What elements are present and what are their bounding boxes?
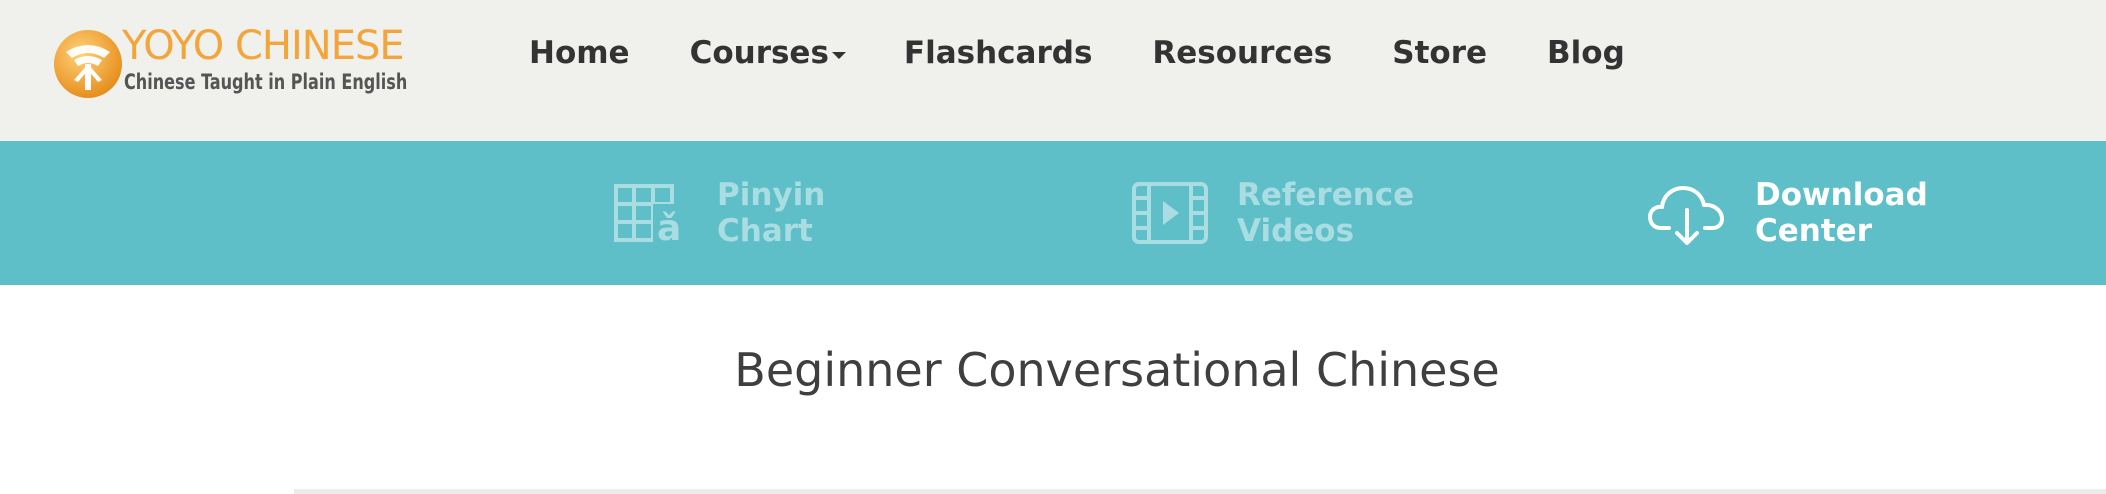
pinyin-chart-icon: ǎ [614, 184, 689, 243]
reference-videos-label-line1: Reference [1237, 177, 1415, 213]
page: YOYO CHINESE Chinese Taught in Plain Eng… [0, 0, 2106, 494]
nav-store[interactable]: Store [1392, 30, 1487, 76]
caret-down-icon [831, 51, 846, 59]
nav-flashcards-label: Flashcards [903, 35, 1093, 71]
nav-blog-label: Blog [1547, 35, 1625, 71]
subnav-reference-videos[interactable]: Reference Videos [1131, 141, 1414, 285]
download-center-label: Download Center [1755, 177, 1928, 249]
content-divider [294, 489, 2106, 494]
site-logo[interactable]: YOYO CHINESE Chinese Taught in Plain Eng… [52, 20, 412, 100]
active-tab-pointer [1701, 408, 1781, 426]
nav-resources-label: Resources [1152, 35, 1333, 71]
page-title: Beginner Conversational Chinese [734, 343, 1500, 397]
nav-home-label: Home [529, 35, 630, 71]
nav-home[interactable]: Home [529, 30, 630, 76]
reference-videos-label-line2: Videos [1237, 213, 1355, 249]
nav-blog[interactable]: Blog [1547, 30, 1625, 76]
subnav-download-center[interactable]: Download Center [1647, 141, 1928, 285]
yoyo-logo-icon [54, 30, 122, 98]
site-header: YOYO CHINESE Chinese Taught in Plain Eng… [0, 0, 2106, 141]
pinyin-chart-label-line1: Pinyin [717, 177, 826, 213]
resources-subnav: ǎ Pinyin Chart Reference Videos Download… [0, 141, 2106, 426]
reference-videos-label: Reference Videos [1237, 177, 1414, 249]
svg-text:ǎ: ǎ [657, 208, 681, 243]
pinyin-chart-label: Pinyin Chart [717, 177, 825, 249]
logo-tagline: Chinese Taught in Plain English [124, 70, 408, 94]
nav-flashcards[interactable]: Flashcards [904, 30, 1092, 76]
main-navigation: Home Courses Flashcards Resources Store … [529, 30, 1625, 76]
nav-courses[interactable]: Courses [690, 30, 846, 76]
pinyin-chart-label-line2: Chart [717, 213, 813, 249]
logo-wordmark: YOYO CHINESE [122, 23, 405, 69]
subnav-pinyin-chart[interactable]: ǎ Pinyin Chart [613, 141, 825, 285]
nav-courses-label: Courses [689, 35, 829, 71]
video-film-icon [1132, 182, 1208, 244]
cloud-download-icon [1648, 186, 1724, 245]
download-center-label-line1: Download [1755, 177, 1928, 213]
nav-resources[interactable]: Resources [1152, 30, 1332, 76]
download-center-label-line2: Center [1755, 213, 1872, 249]
nav-store-label: Store [1392, 35, 1488, 71]
